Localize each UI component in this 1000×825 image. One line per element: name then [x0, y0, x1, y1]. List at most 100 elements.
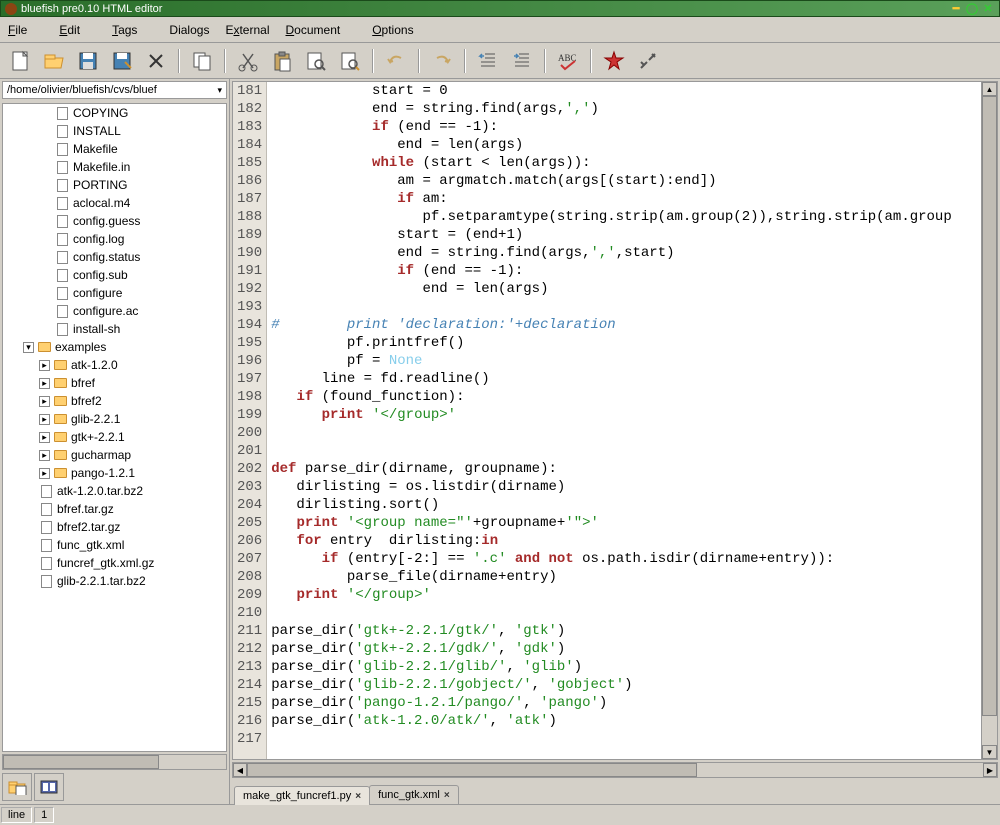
expander-icon[interactable]: ▸	[39, 396, 50, 407]
unindent-button[interactable]	[474, 47, 502, 75]
tree-item-label: INSTALL	[73, 124, 121, 138]
toolbar: ABC	[0, 43, 1000, 79]
expander-icon[interactable]: ▸	[39, 432, 50, 443]
tree-file[interactable]: configure	[3, 284, 226, 302]
save-button[interactable]	[74, 47, 102, 75]
maximize-icon[interactable]: ◯	[965, 2, 979, 16]
tree-file[interactable]: install-sh	[3, 320, 226, 338]
expander-icon[interactable]: ▸	[39, 378, 50, 389]
tree-file[interactable]: config.status	[3, 248, 226, 266]
scroll-left-icon[interactable]: ◀	[233, 763, 247, 777]
star-icon[interactable]	[600, 47, 628, 75]
tree-folder[interactable]: ▸ glib-2.2.1	[3, 410, 226, 428]
tree-folder[interactable]: ▸ atk-1.2.0	[3, 356, 226, 374]
tree-file[interactable]: PORTING	[3, 176, 226, 194]
tree-file[interactable]: bfref2.tar.gz	[3, 518, 226, 536]
menu-options[interactable]: Options	[372, 23, 429, 37]
menu-document[interactable]: Document	[286, 23, 357, 37]
close-tab-icon[interactable]: ×	[355, 791, 361, 802]
tree-item-label: bfref	[71, 376, 95, 390]
tree-file[interactable]: configure.ac	[3, 302, 226, 320]
tree-item-label: atk-1.2.0	[71, 358, 118, 372]
expander-icon[interactable]: ▸	[39, 450, 50, 461]
tree-item-label: glib-2.2.1	[71, 412, 120, 426]
tree-file[interactable]: config.sub	[3, 266, 226, 284]
tree-folder[interactable]: ▸pango-1.2.1	[3, 464, 226, 482]
menu-edit[interactable]: Edit	[59, 23, 96, 37]
tree-folder[interactable]: ▸ bfref	[3, 374, 226, 392]
minimize-icon[interactable]: ━	[949, 2, 963, 16]
path-input[interactable]: /home/olivier/bluefish/cvs/bluef▾	[2, 81, 227, 99]
separator	[464, 49, 466, 73]
replace-button[interactable]	[336, 47, 364, 75]
v-scrollbar[interactable]: ▲ ▼	[981, 82, 997, 759]
scroll-up-icon[interactable]: ▲	[982, 82, 997, 96]
indent-button[interactable]	[508, 47, 536, 75]
copy-button[interactable]	[188, 47, 216, 75]
separator	[418, 49, 420, 73]
tree-folder[interactable]: ▾examples	[3, 338, 226, 356]
redo-button[interactable]	[428, 47, 456, 75]
close-tab-icon[interactable]: ×	[444, 790, 450, 801]
file-tree[interactable]: COPYING INSTALL MakefileMakefile.inPORTING…	[2, 103, 227, 752]
tree-file[interactable]: config.guess	[3, 212, 226, 230]
scroll-right-icon[interactable]: ▶	[983, 763, 997, 777]
tree-file[interactable]: COPYING	[3, 104, 226, 122]
tree-file[interactable]: Makefile	[3, 140, 226, 158]
tree-folder[interactable]: ▸gtk+-2.2.1	[3, 428, 226, 446]
new-button[interactable]	[6, 47, 34, 75]
expander-icon[interactable]: ▸	[39, 414, 50, 425]
file-icon	[55, 322, 69, 336]
tree-file[interactable]: atk-1.2.0.tar.bz2	[3, 482, 226, 500]
paste-button[interactable]	[268, 47, 296, 75]
tree-item-label: config.sub	[73, 268, 128, 282]
tab-files-icon[interactable]	[2, 773, 32, 801]
open-button[interactable]	[40, 47, 68, 75]
h-scrollbar[interactable]	[2, 754, 227, 770]
tree-file[interactable]: Makefile.in	[3, 158, 226, 176]
tree-file[interactable]: glib-2.2.1.tar.bz2	[3, 572, 226, 590]
menu-tags[interactable]: Tags	[112, 23, 153, 37]
tree-item-label: aclocal.m4	[73, 196, 130, 210]
tree-item-label: gucharmap	[71, 448, 131, 462]
document-tab[interactable]: func_gtk.xml×	[369, 785, 459, 804]
tree-folder[interactable]: ▸bfref2	[3, 392, 226, 410]
menu-file[interactable]: File	[8, 23, 43, 37]
preferences-button[interactable]	[634, 47, 662, 75]
document-tab[interactable]: make_gtk_funcref1.py ×	[234, 786, 370, 805]
titlebar[interactable]: bluefish pre0.10 HTML editor ━ ◯ ✕	[0, 0, 1000, 17]
find-button[interactable]	[302, 47, 330, 75]
code-content[interactable]: start = 0 end = string.find(args,',') if…	[267, 82, 997, 759]
undo-button[interactable]	[382, 47, 410, 75]
cut-button[interactable]	[234, 47, 262, 75]
file-icon	[55, 268, 69, 282]
tree-file[interactable]: funcref_gtk.xml.gz	[3, 554, 226, 572]
folder-icon	[53, 376, 67, 390]
tree-item-label: glib-2.2.1.tar.bz2	[57, 574, 146, 588]
tree-file[interactable]: INSTALL	[3, 122, 226, 140]
menu-dialogs[interactable]: Dialogs	[169, 23, 209, 37]
close-button[interactable]	[142, 47, 170, 75]
tab-reference-icon[interactable]	[34, 773, 64, 801]
expander-icon[interactable]: ▸	[39, 468, 50, 479]
h-scrollbar[interactable]: ◀ ▶	[232, 762, 998, 778]
tree-folder[interactable]: ▸ gucharmap	[3, 446, 226, 464]
tree-file[interactable]: bfref.tar.gz	[3, 500, 226, 518]
tree-file[interactable]: func_gtk.xml	[3, 536, 226, 554]
menu-external[interactable]: External	[225, 23, 269, 37]
spellcheck-button[interactable]: ABC	[554, 47, 582, 75]
tree-file[interactable]: aclocal.m4	[3, 194, 226, 212]
close-icon[interactable]: ✕	[981, 2, 995, 16]
file-icon	[39, 502, 53, 516]
sidebar-tabs	[0, 770, 229, 804]
chevron-down-icon[interactable]: ▾	[217, 85, 222, 96]
expander-icon[interactable]: ▾	[23, 342, 34, 353]
tree-item-label: COPYING	[73, 106, 128, 120]
save-as-button[interactable]	[108, 47, 136, 75]
code-editor[interactable]: 1811821831841851861871881891901911921931…	[232, 81, 998, 760]
line-gutter: 1811821831841851861871881891901911921931…	[233, 82, 267, 759]
tab-label: make_gtk_funcref1.py	[243, 790, 351, 802]
scroll-down-icon[interactable]: ▼	[982, 745, 997, 759]
tree-file[interactable]: config.log	[3, 230, 226, 248]
expander-icon[interactable]: ▸	[39, 360, 50, 371]
